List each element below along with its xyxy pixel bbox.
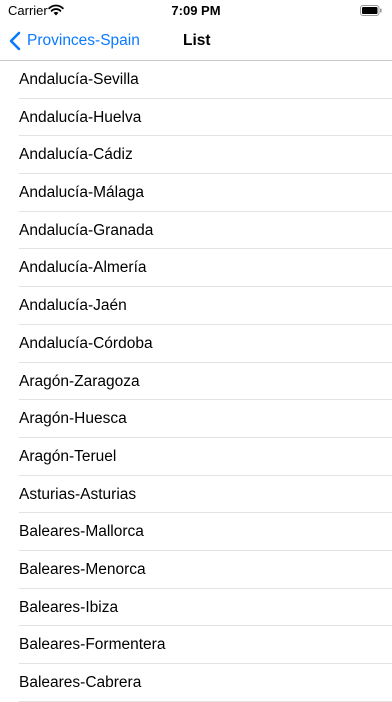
list-item-label: Baleares-Mallorca: [19, 523, 144, 541]
list-item-label: Andalucía-Almería: [19, 259, 147, 277]
list-item[interactable]: Baleares-Ibiza: [0, 589, 392, 627]
list-item-label: Baleares-Cabrera: [19, 674, 142, 691]
list-item[interactable]: Andalucía-Granada: [0, 212, 392, 250]
list-item[interactable]: Andalucía-Cádiz: [0, 136, 392, 175]
list-item[interactable]: Andalucía-Jaén: [0, 287, 392, 325]
chevron-left-icon: [9, 31, 21, 51]
list-item[interactable]: Asturias-Asturias: [0, 476, 392, 514]
list-item-label: Andalucía-Jaén: [19, 297, 127, 315]
list-item-label: Andalucía-Sevilla: [19, 71, 139, 88]
navigation-bar: Provinces-Spain List: [0, 22, 392, 61]
province-list: Andalucía-Sevilla Andalucía-Huelva Andal…: [0, 61, 392, 702]
list-item[interactable]: Aragón-Huesca: [0, 400, 392, 438]
list-item-label: Asturias-Asturias: [19, 485, 137, 503]
back-button[interactable]: Provinces-Spain: [8, 28, 140, 54]
list-item[interactable]: Baleares-Formentera: [0, 626, 392, 664]
list-item[interactable]: Andalucía-Sevilla: [0, 61, 392, 99]
page-title: List: [183, 32, 211, 49]
list-item[interactable]: Aragón-Zaragoza: [0, 363, 392, 401]
list-item[interactable]: Andalucía-Córdoba: [0, 325, 392, 363]
list-item-label: Andalucía-Córdoba: [19, 334, 153, 352]
list-item[interactable]: Andalucía-Málaga: [0, 174, 392, 212]
list-item[interactable]: Baleares-Cabrera: [0, 664, 392, 702]
list-item[interactable]: Aragón-Teruel: [0, 438, 392, 476]
list-item-label: Andalucía-Málaga: [19, 184, 144, 202]
list-item-label: Baleares-Menorca: [19, 560, 146, 578]
list-item-label: Andalucía-Cádiz: [19, 146, 133, 164]
list-item[interactable]: Baleares-Menorca: [0, 551, 392, 589]
status-bar: Carrier 7:09 PM: [0, 0, 392, 22]
list-item-label: Aragón-Teruel: [19, 447, 117, 465]
list-item-label: Baleares-Ibiza: [19, 598, 119, 616]
status-time: 7:09 PM: [171, 3, 221, 18]
list-item-label: Andalucía-Granada: [19, 221, 154, 239]
list-item-label: Andalucía-Huelva: [19, 108, 142, 126]
list-item[interactable]: Baleares-Mallorca: [0, 513, 392, 551]
list-item-label: Aragón-Zaragoza: [19, 372, 140, 390]
list-item[interactable]: Andalucía-Huelva: [0, 99, 392, 137]
list-item[interactable]: Andalucía-Almería: [0, 249, 392, 288]
list-item-label: Baleares-Formentera: [19, 636, 166, 654]
list-item-label: Aragón-Huesca: [19, 410, 127, 428]
back-button-label: Provinces-Spain: [27, 32, 140, 49]
battery-icon: [360, 5, 382, 16]
